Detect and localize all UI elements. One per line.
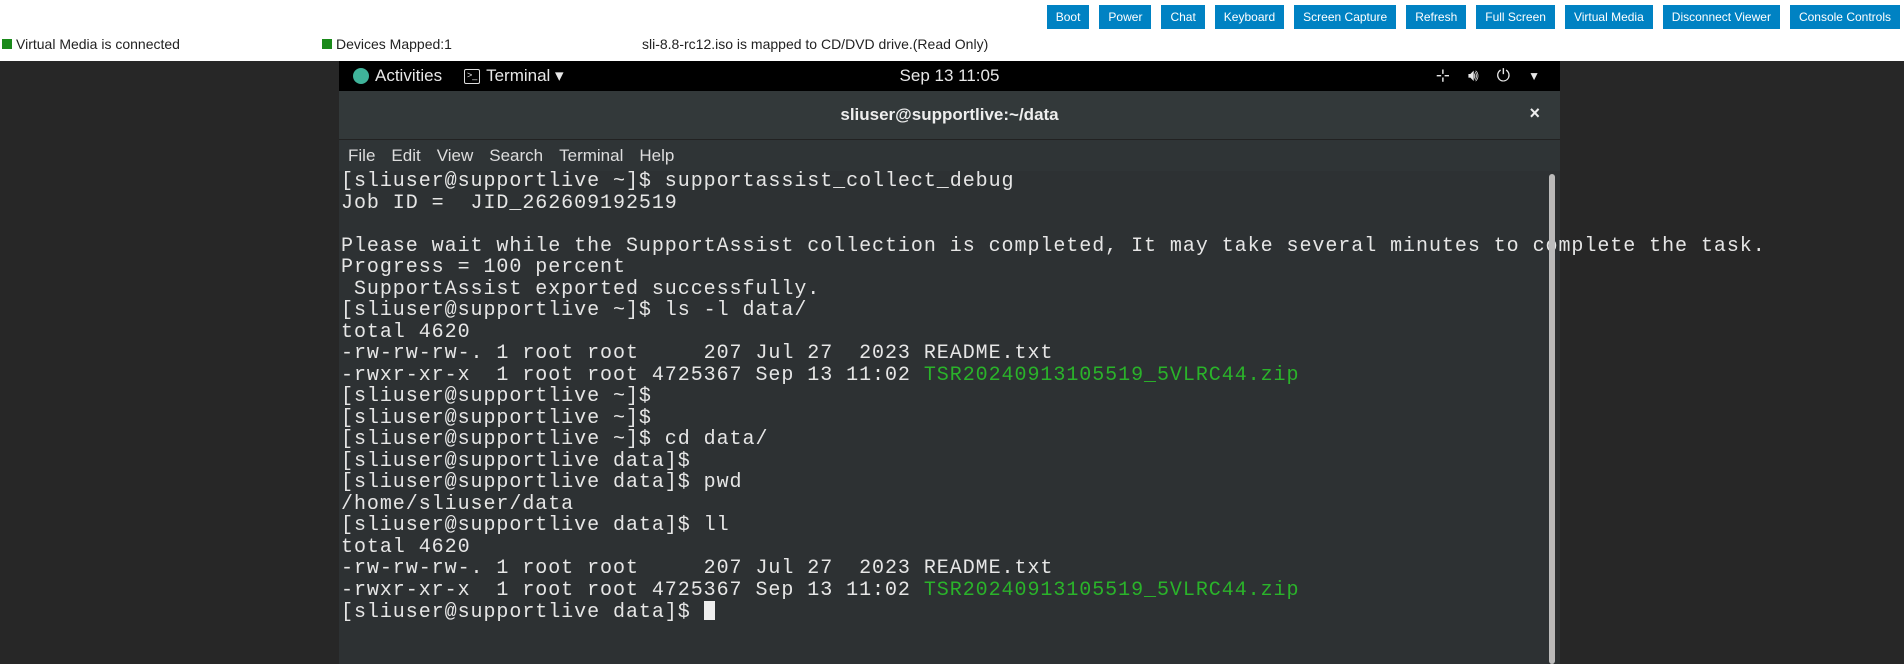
menu-bar: File Edit View Search Terminal Help (339, 140, 1560, 171)
line-text: [sliuser@supportlive ~]$ cd data/ (341, 428, 769, 451)
console-controls-button[interactable]: Console Controls (1789, 5, 1900, 29)
menu-terminal[interactable]: Terminal (559, 146, 623, 166)
status-devices: Devices Mapped:1 (322, 36, 452, 52)
full-screen-button[interactable]: Full Screen (1476, 5, 1555, 29)
line-text: [sliuser@supportlive ~]$ supportassist_c… (341, 170, 1015, 193)
window-titlebar: sliuser@supportlive:~/data × (339, 91, 1560, 140)
zip-filename: TSR20240913105519_5VLRC44.zip (923, 363, 1300, 387)
remote-screen[interactable]: Activities >_ Terminal ▾ Sep 13 11:05 ⊹ 🔊… (339, 61, 1765, 664)
line-text: total 4620 (341, 320, 471, 344)
line-text: SupportAssist exported successfully. (341, 277, 821, 301)
status-text: sli-8.8-rc12.iso is mapped to CD/DVD dri… (642, 36, 989, 52)
terminal-app-label: Terminal ▾ (486, 66, 564, 85)
fedora-logo-icon (353, 68, 369, 84)
line-text: -rwxr-xr-x 1 root root 4725367 Sep 13 11… (341, 578, 924, 602)
line-text: -rw-rw-rw-. 1 root root 207 Jul 27 2023 … (341, 557, 1054, 580)
chevron-down-icon[interactable]: ▼ (1528, 69, 1540, 83)
viewer-header: Boot Power Chat Keyboard Screen Capture Refre… (0, 0, 1904, 61)
line-text: -rw-rw-rw-. 1 root root 207 Jul 27 2023 … (341, 342, 1054, 365)
refresh-button[interactable]: Refresh (1406, 5, 1467, 29)
status-indicator-icon (2, 39, 12, 49)
activities-label: Activities (375, 66, 443, 85)
line-text: [sliuser@supportlive data]$ (341, 601, 704, 624)
line-text: total 4620 (341, 535, 471, 559)
network-icon[interactable]: ⊹ (1436, 66, 1450, 86)
power-icon[interactable]: ⏻ (1497, 66, 1510, 86)
disconnect-viewer-button[interactable]: Disconnect Viewer (1662, 5, 1780, 29)
terminal-app-menu[interactable]: >_ Terminal ▾ (464, 66, 564, 86)
gnome-top-bar: Activities >_ Terminal ▾ Sep 13 11:05 ⊹ 🔊… (339, 61, 1560, 91)
screen-capture-button[interactable]: Screen Capture (1294, 5, 1397, 29)
volume-icon[interactable]: 🔊︎ (1468, 66, 1479, 86)
chat-button[interactable]: Chat (1161, 5, 1205, 29)
menu-help[interactable]: Help (639, 146, 674, 166)
toolbar: Boot Power Chat Keyboard Screen Capture Refre… (1046, 5, 1900, 29)
close-button[interactable]: × (1529, 103, 1540, 124)
line-text: [sliuser@supportlive ~]$ ls -l data/ (341, 299, 808, 322)
line-text: Progress = 100 percent (341, 256, 626, 279)
line-text: [sliuser@supportlive data]$ ll (341, 514, 730, 537)
status-indicator-icon (322, 39, 332, 49)
keyboard-button[interactable]: Keyboard (1214, 5, 1285, 29)
menu-file[interactable]: File (348, 146, 375, 166)
line-text: Job ID = JID_262609192519 (341, 191, 678, 215)
virtual-media-button[interactable]: Virtual Media (1564, 5, 1653, 29)
scrollbar[interactable] (1549, 174, 1555, 664)
line-text: [sliuser@supportlive ~]$ (341, 406, 652, 430)
line-text: -rwxr-xr-x 1 root root 4725367 Sep 13 11… (341, 363, 924, 387)
menu-edit[interactable]: Edit (391, 146, 420, 166)
status-virtual-media: Virtual Media is connected (2, 36, 180, 52)
status-text: Virtual Media is connected (16, 36, 180, 52)
status-text: Devices Mapped:1 (336, 36, 452, 52)
terminal-icon: >_ (464, 68, 481, 84)
window-title: sliuser@supportlive:~/data (840, 105, 1059, 124)
boot-button[interactable]: Boot (1046, 5, 1090, 29)
line-text: [sliuser@supportlive data]$ pwd (341, 471, 743, 494)
cursor (703, 601, 715, 620)
zip-filename: TSR20240913105519_5VLRC44.zip (923, 578, 1300, 602)
activities-button[interactable]: Activities (353, 66, 442, 86)
menu-search[interactable]: Search (489, 146, 543, 166)
line-text: [sliuser@supportlive data]$ (341, 449, 691, 473)
power-button[interactable]: Power (1099, 5, 1152, 29)
status-iso: sli-8.8-rc12.iso is mapped to CD/DVD dri… (642, 36, 988, 52)
line-text: /home/sliuser/data (341, 492, 575, 516)
line-text: [sliuser@supportlive ~]$ (341, 385, 652, 408)
menu-view[interactable]: View (437, 146, 474, 166)
